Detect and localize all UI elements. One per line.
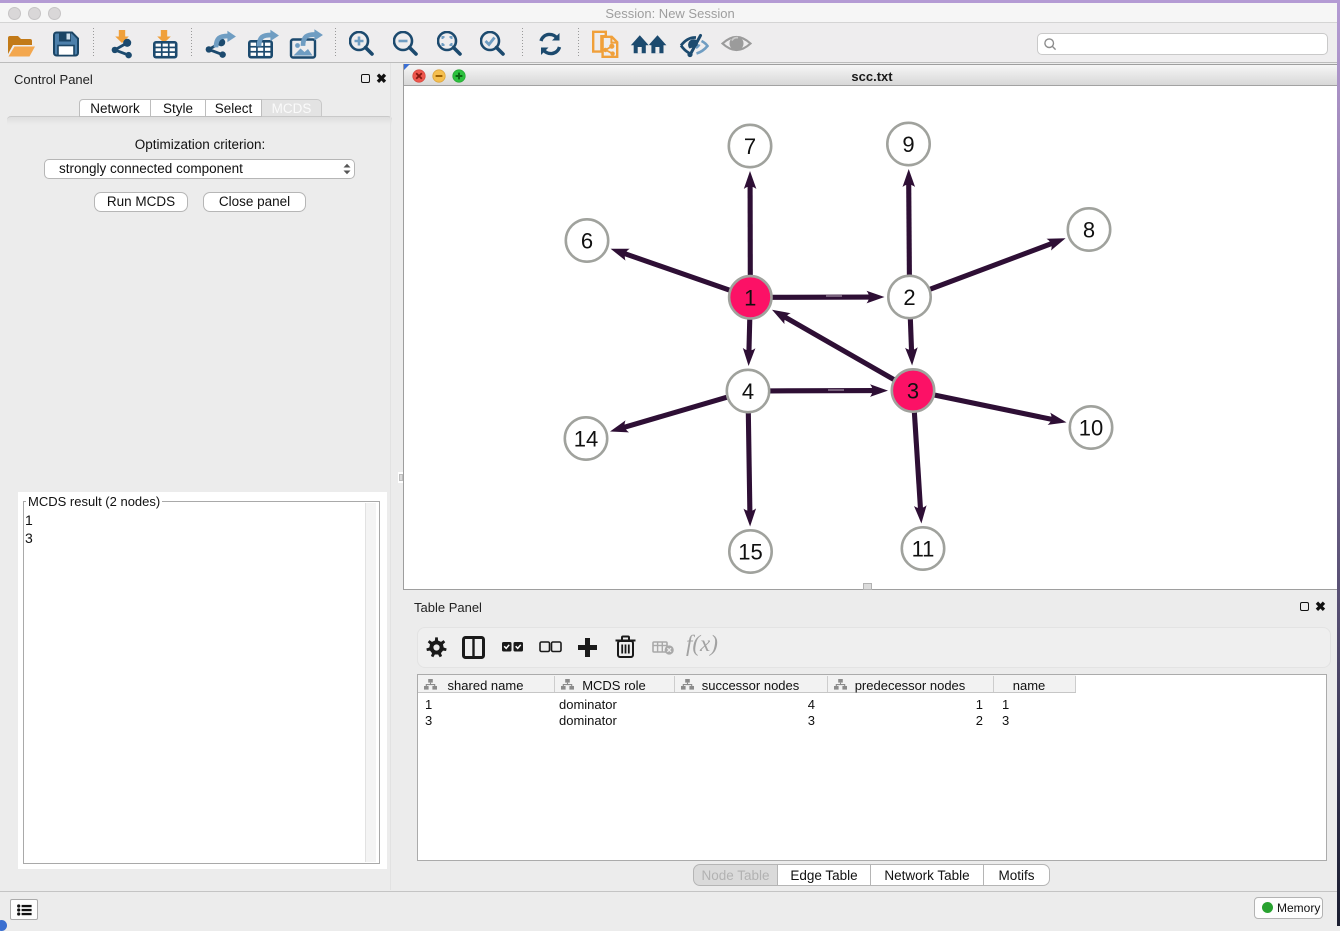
svg-text:1: 1 [744,285,756,310]
svg-text:7: 7 [744,134,756,159]
svg-text:2: 2 [903,285,915,310]
svg-text:9: 9 [902,132,914,157]
svg-text:11: 11 [912,537,935,562]
svg-text:6: 6 [581,229,593,254]
svg-text:14: 14 [574,427,598,452]
svg-text:15: 15 [738,540,762,565]
svg-text:4: 4 [742,379,754,404]
svg-text:10: 10 [1079,416,1103,441]
svg-text:3: 3 [907,379,919,404]
svg-text:8: 8 [1083,218,1095,243]
